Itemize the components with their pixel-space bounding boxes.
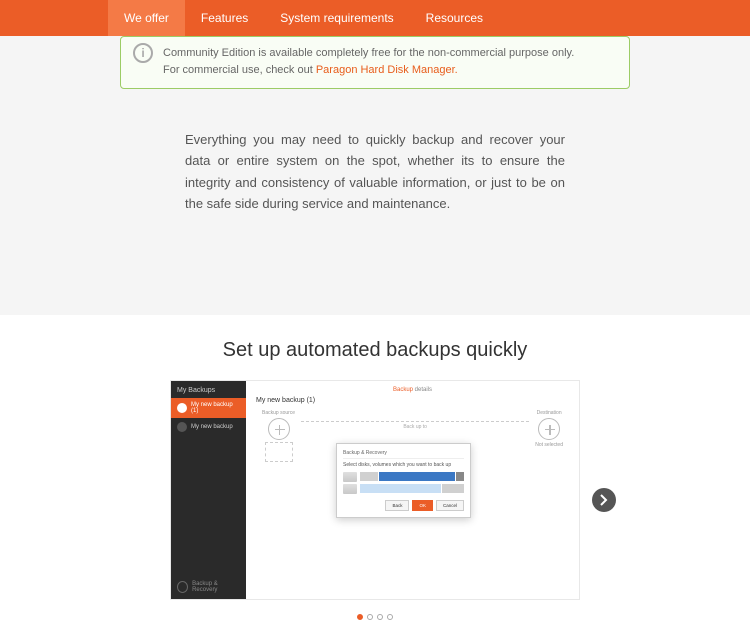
carousel-dots [170,614,580,620]
info-icon: i [133,43,153,63]
screenshot-tabs: Backup details [256,387,569,393]
dialog-cancel-button: Cancel [436,500,464,511]
notice-line1: Community Edition is available completel… [163,45,615,62]
sidebar-job: My new backup [171,418,246,436]
carousel-dot[interactable] [357,614,363,620]
dialog-ok-button: OK [412,500,433,511]
nav-resources[interactable]: Resources [410,0,499,36]
hard-disk-manager-link[interactable]: Paragon Hard Disk Manager. [316,64,458,76]
nav-system-requirements[interactable]: System requirements [264,0,409,36]
disk-icon [343,472,357,482]
backup-title: My new backup (1) [256,397,569,404]
nav-we-offer[interactable]: We offer [108,0,185,36]
dialog-text: Select disks, volumes which you want to … [343,462,464,468]
sidebar-job-selected: My new backup (1) [171,398,246,418]
notice-line2: For commercial use, check out Paragon Ha… [163,62,615,79]
nav-features[interactable]: Features [185,0,264,36]
add-source-icon [268,418,290,440]
select-disks-dialog: Backup & Recovery Select disks, volumes … [336,443,471,518]
flow-arrow: Back up to [301,421,529,430]
disk-icon [343,484,357,494]
drive-row [343,484,464,494]
carousel-dot[interactable] [377,614,383,620]
dialog-back-button: Back [385,500,409,511]
app-logo-icon [177,581,188,593]
screenshot-main: Backup details My new backup (1) Backup … [246,381,579,599]
add-destination-icon [538,418,560,440]
feature-heading: Set up automated backups quickly [0,339,750,362]
drive-row [343,472,464,482]
dialog-header: Backup & Recovery [343,450,464,459]
community-edition-notice: i Community Edition is available complet… [120,36,630,89]
top-nav: We offer Features System requirements Re… [0,0,750,36]
app-screenshot: My Backups My new backup (1) My new back… [170,380,580,600]
carousel-dot[interactable] [387,614,393,620]
backup-destination: Destination Not selected [535,410,563,448]
carousel-dot[interactable] [367,614,373,620]
intro-text: Everything you may need to quickly backu… [185,89,565,215]
backup-source: Backup source [262,410,295,462]
screenshot-sidebar: My Backups My new backup (1) My new back… [171,381,246,599]
sidebar-footer: Backup & Recovery [171,575,246,599]
sidebar-title: My Backups [171,381,246,398]
